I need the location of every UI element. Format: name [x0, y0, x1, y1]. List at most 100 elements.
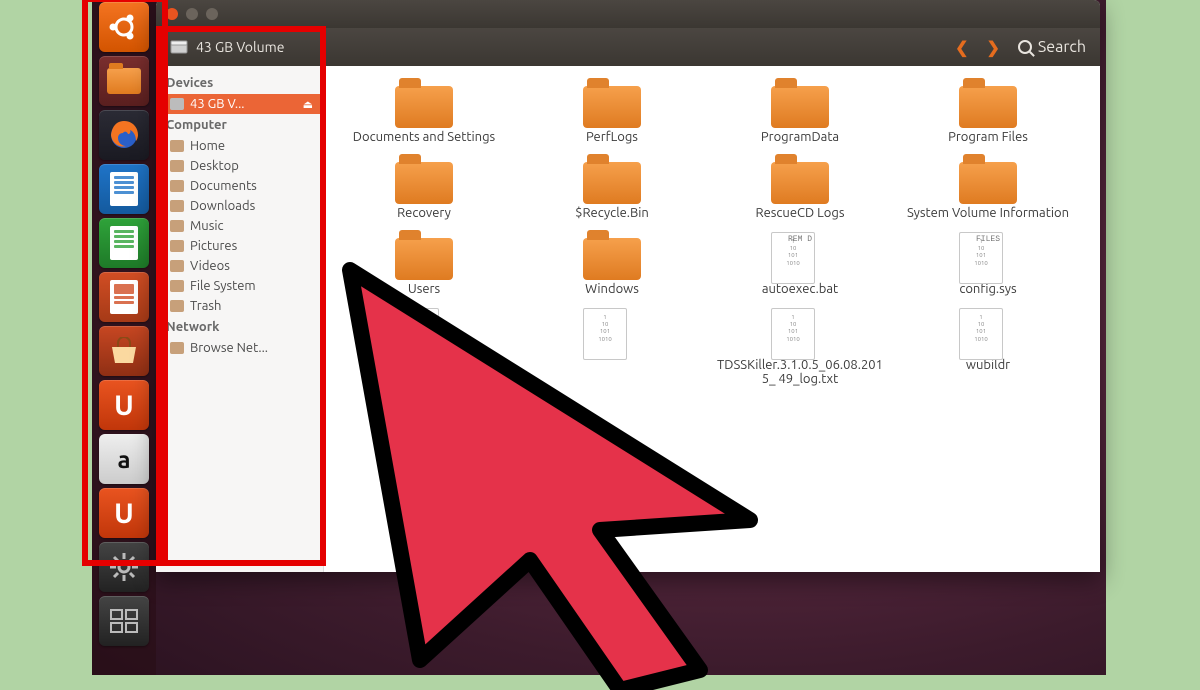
folder-icon [170, 220, 184, 232]
sidebar-item-home[interactable]: Home [156, 136, 323, 156]
sidebar-item-videos[interactable]: Videos [156, 256, 323, 276]
location-label: 43 GB Volume [196, 39, 284, 55]
folder-icon [771, 86, 829, 128]
file-label: $Recycle.Bin [575, 206, 649, 220]
ubuntu-one-icon[interactable]: U [99, 380, 149, 430]
close-icon[interactable] [166, 8, 178, 20]
sidebar-item-trash[interactable]: Trash [156, 296, 323, 316]
workspace-icon[interactable] [99, 596, 149, 646]
folder-icon [583, 162, 641, 204]
folder-item[interactable]: ProgramData [710, 80, 890, 144]
sidebar-heading-network: Network [156, 316, 323, 338]
minimize-icon[interactable] [186, 8, 198, 20]
file-label: Windows [585, 282, 639, 296]
sidebar-item-label: Music [190, 219, 224, 233]
file-label: Program Files [948, 130, 1028, 144]
folder-item[interactable]: Documents and Settings [334, 80, 514, 144]
file-label: RescueCD Logs [756, 206, 845, 220]
file-icon: 1101011010FILES [959, 232, 1003, 284]
nav-forward-icon[interactable]: ❯ [987, 38, 1000, 57]
file-item[interactable]: 1101011010wubildr.mbr [334, 398, 514, 462]
software-icon[interactable] [99, 326, 149, 376]
sidebar-item-label: Pictures [190, 239, 237, 253]
file-item[interactable]: 1101011010 [334, 308, 514, 386]
file-grid[interactable]: Documents and Settings PerfLogs ProgramDat… [324, 66, 1100, 572]
location-breadcrumb[interactable]: 43 GB Volume [170, 39, 284, 55]
eject-icon[interactable]: ⏏ [303, 98, 313, 111]
file-label: TDSSKiller.3.1.0.5_06.08.2015_ 49_log.tx… [715, 358, 885, 386]
sidebar-item-desktop[interactable]: Desktop [156, 156, 323, 176]
sidebar-heading-devices: Devices [156, 72, 323, 94]
unity-launcher: U a U [92, 0, 156, 675]
file-label: config.sys [959, 282, 1016, 296]
sidebar-item-downloads[interactable]: Downloads [156, 196, 323, 216]
calc-icon[interactable] [99, 218, 149, 268]
folder-icon [170, 160, 184, 172]
folder-icon [395, 162, 453, 204]
file-item[interactable]: 1101011010wubildr [898, 308, 1078, 386]
writer-icon[interactable] [99, 164, 149, 214]
file-label: ProgramData [761, 130, 839, 144]
sidebar-item-file-system[interactable]: File System [156, 276, 323, 296]
folder-item[interactable]: System Volume Information [898, 156, 1078, 220]
search-label: Search [1038, 38, 1086, 56]
file-label: Recovery [397, 206, 451, 220]
ubuntu-one-icon[interactable]: U [99, 488, 149, 538]
maximize-icon[interactable] [206, 8, 218, 20]
sidebar-item-network[interactable]: Browse Net... [156, 338, 323, 358]
folder-icon [170, 300, 184, 312]
file-icon: 1101011010 [583, 308, 627, 360]
amazon-icon[interactable]: a [99, 434, 149, 484]
sidebar-item-pictures[interactable]: Pictures [156, 236, 323, 256]
drive-icon [170, 40, 188, 54]
folder-item[interactable]: PerfLogs [522, 80, 702, 144]
settings-icon[interactable] [99, 542, 149, 592]
sidebar-item-label: Trash [190, 299, 221, 313]
sidebar-item-label: Videos [190, 259, 230, 273]
folder-icon [170, 200, 184, 212]
file-icon: 1101011010 [395, 398, 439, 450]
network-icon [170, 342, 184, 354]
file-item[interactable]: 1101011010 [522, 308, 702, 386]
folder-item[interactable]: $Recycle.Bin [522, 156, 702, 220]
file-icon: 1101011010 [959, 308, 1003, 360]
file-manager-window: 43 GB Volume ❮ ❯ Search Devices 43 GB V.… [156, 0, 1100, 572]
file-label: System Volume Information [907, 206, 1069, 220]
folder-icon [395, 238, 453, 280]
sidebar-item-music[interactable]: Music [156, 216, 323, 236]
folder-item[interactable]: Users [334, 232, 514, 296]
sidebar-item-label: Documents [190, 179, 257, 193]
nav-back-icon[interactable]: ❮ [955, 38, 968, 57]
folder-icon [170, 280, 184, 292]
folder-item[interactable]: RescueCD Logs [710, 156, 890, 220]
file-label: wubildr.mbr [389, 448, 460, 462]
folder-icon [959, 86, 1017, 128]
folder-item[interactable]: Program Files [898, 80, 1078, 144]
file-icon: 1101011010 [771, 308, 815, 360]
files-icon[interactable] [99, 56, 149, 106]
folder-icon [771, 162, 829, 204]
folder-item[interactable]: Windows [522, 232, 702, 296]
folder-icon [583, 238, 641, 280]
sidebar-item-documents[interactable]: Documents [156, 176, 323, 196]
window-titlebar[interactable] [156, 0, 1100, 28]
file-label: Users [408, 282, 440, 296]
drive-icon [170, 98, 184, 110]
folder-icon [170, 180, 184, 192]
folder-icon [170, 140, 184, 152]
sidebar-item-volume[interactable]: 43 GB V... ⏏ [156, 94, 323, 114]
folder-icon [959, 162, 1017, 204]
dash-icon[interactable] [99, 2, 149, 52]
folder-item[interactable]: Recovery [334, 156, 514, 220]
file-item[interactable]: 1101011010FILESconfig.sys [898, 232, 1078, 296]
firefox-icon[interactable] [99, 110, 149, 160]
file-item[interactable]: 1101011010TDSSKiller.3.1.0.5_06.08.2015_… [710, 308, 890, 386]
file-item[interactable]: 1101011010REM Dautoexec.bat [710, 232, 890, 296]
folder-icon [583, 86, 641, 128]
sidebar-heading-computer: Computer [156, 114, 323, 136]
search-button[interactable]: Search [1018, 38, 1086, 56]
impress-icon[interactable] [99, 272, 149, 322]
file-icon: 1101011010 [395, 308, 439, 360]
sidebar-item-label: Home [190, 139, 225, 153]
file-label: PerfLogs [586, 130, 638, 144]
